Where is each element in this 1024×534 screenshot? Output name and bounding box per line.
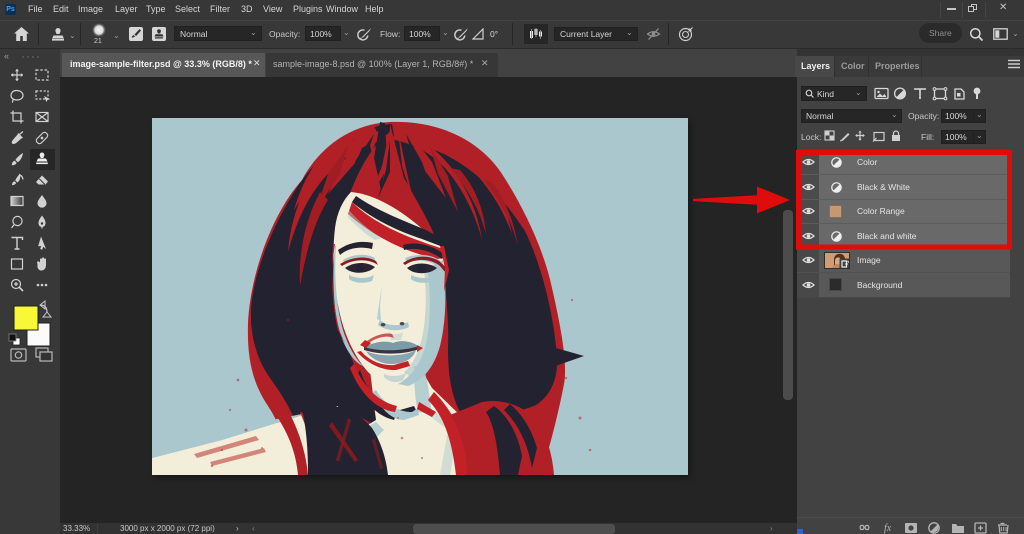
svg-text:fx: fx — [884, 523, 892, 534]
